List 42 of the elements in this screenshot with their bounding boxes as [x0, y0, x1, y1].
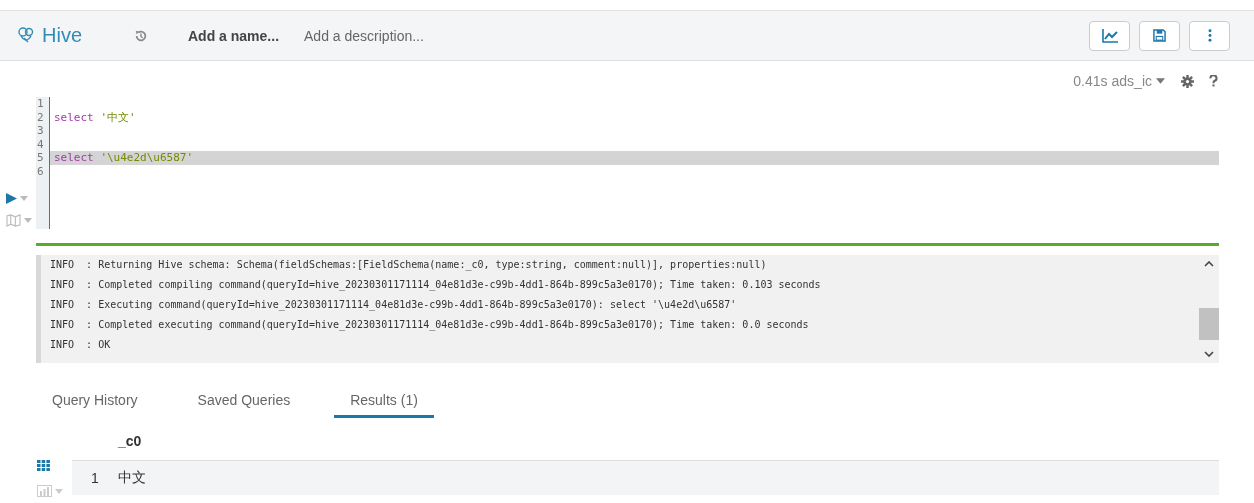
sql-keyword: select — [54, 110, 94, 124]
line-number: 2 — [37, 110, 45, 124]
app-title[interactable]: Hive — [42, 24, 82, 47]
caret-icon[interactable] — [24, 218, 32, 223]
chart-icon — [1100, 27, 1119, 44]
help-icon[interactable] — [1209, 75, 1218, 87]
line-number: 5 — [37, 151, 45, 165]
tab[interactable]: Query History — [52, 384, 138, 418]
line-number: 6 — [37, 164, 45, 178]
tab[interactable]: Saved Queries — [197, 384, 291, 418]
database-selector[interactable]: ads_ic — [1111, 73, 1152, 89]
log-line: INFO : OK — [50, 338, 112, 352]
run-icon[interactable] — [6, 193, 17, 204]
save-button[interactable] — [1139, 20, 1180, 51]
grid-icon[interactable] — [37, 460, 50, 471]
settings-icon[interactable] — [1181, 74, 1194, 88]
history-icon[interactable] — [134, 28, 148, 43]
column-header[interactable]: _c0 — [118, 433, 142, 449]
line-number: 4 — [37, 137, 45, 151]
log-line: INFO : Completed executing command(queryId=hive_20230301171114_04e81d3e-c99b-4dd1-864b-899c5a3e0170); Time taken: 0.0 seconds — [50, 318, 810, 333]
log-line: INFO : Executing command(queryId=hive_20230301171114_04e81d3e-c99b-4dd1-864b-899c5a3e0170): select '\u4e2d\u6587' — [50, 298, 738, 313]
table-cell: 中文 — [118, 469, 146, 487]
tab[interactable]: Results (1) — [334, 384, 434, 418]
line-number: 3 — [37, 124, 45, 138]
description-field[interactable]: Add a description... — [304, 27, 424, 44]
caret-icon[interactable] — [20, 196, 28, 201]
save-icon — [1153, 29, 1166, 42]
sql-string: '中文' — [100, 110, 136, 124]
name-field[interactable]: Add a name... — [188, 27, 280, 44]
sql-keyword: select — [54, 151, 94, 164]
chart-button[interactable] — [1089, 20, 1130, 51]
execution-time: 0.41s — [1073, 73, 1108, 89]
log-line: INFO : Returning Hive schema: Schema(fieldSchemas:[FieldSchema(name:_c0, type:string, comment:null)], properties:null) — [50, 258, 768, 273]
map-icon[interactable] — [6, 214, 21, 227]
scroll-up-icon[interactable] — [1204, 261, 1214, 267]
more-icon — [1207, 29, 1212, 42]
line-number: 1 — [37, 97, 45, 111]
log-line: INFO : Completed compiling command(queryId=hive_20230301171114_04e81d3e-c99b-4dd1-864b-899c5a3e0170); Time taken: 0.103 seconds — [50, 278, 822, 293]
sql-string: '\u4e2d\u6587' — [100, 151, 194, 164]
row-number: 1 — [90, 470, 100, 486]
caret-icon[interactable] — [1156, 78, 1165, 84]
scroll-down-icon[interactable] — [1204, 351, 1214, 357]
